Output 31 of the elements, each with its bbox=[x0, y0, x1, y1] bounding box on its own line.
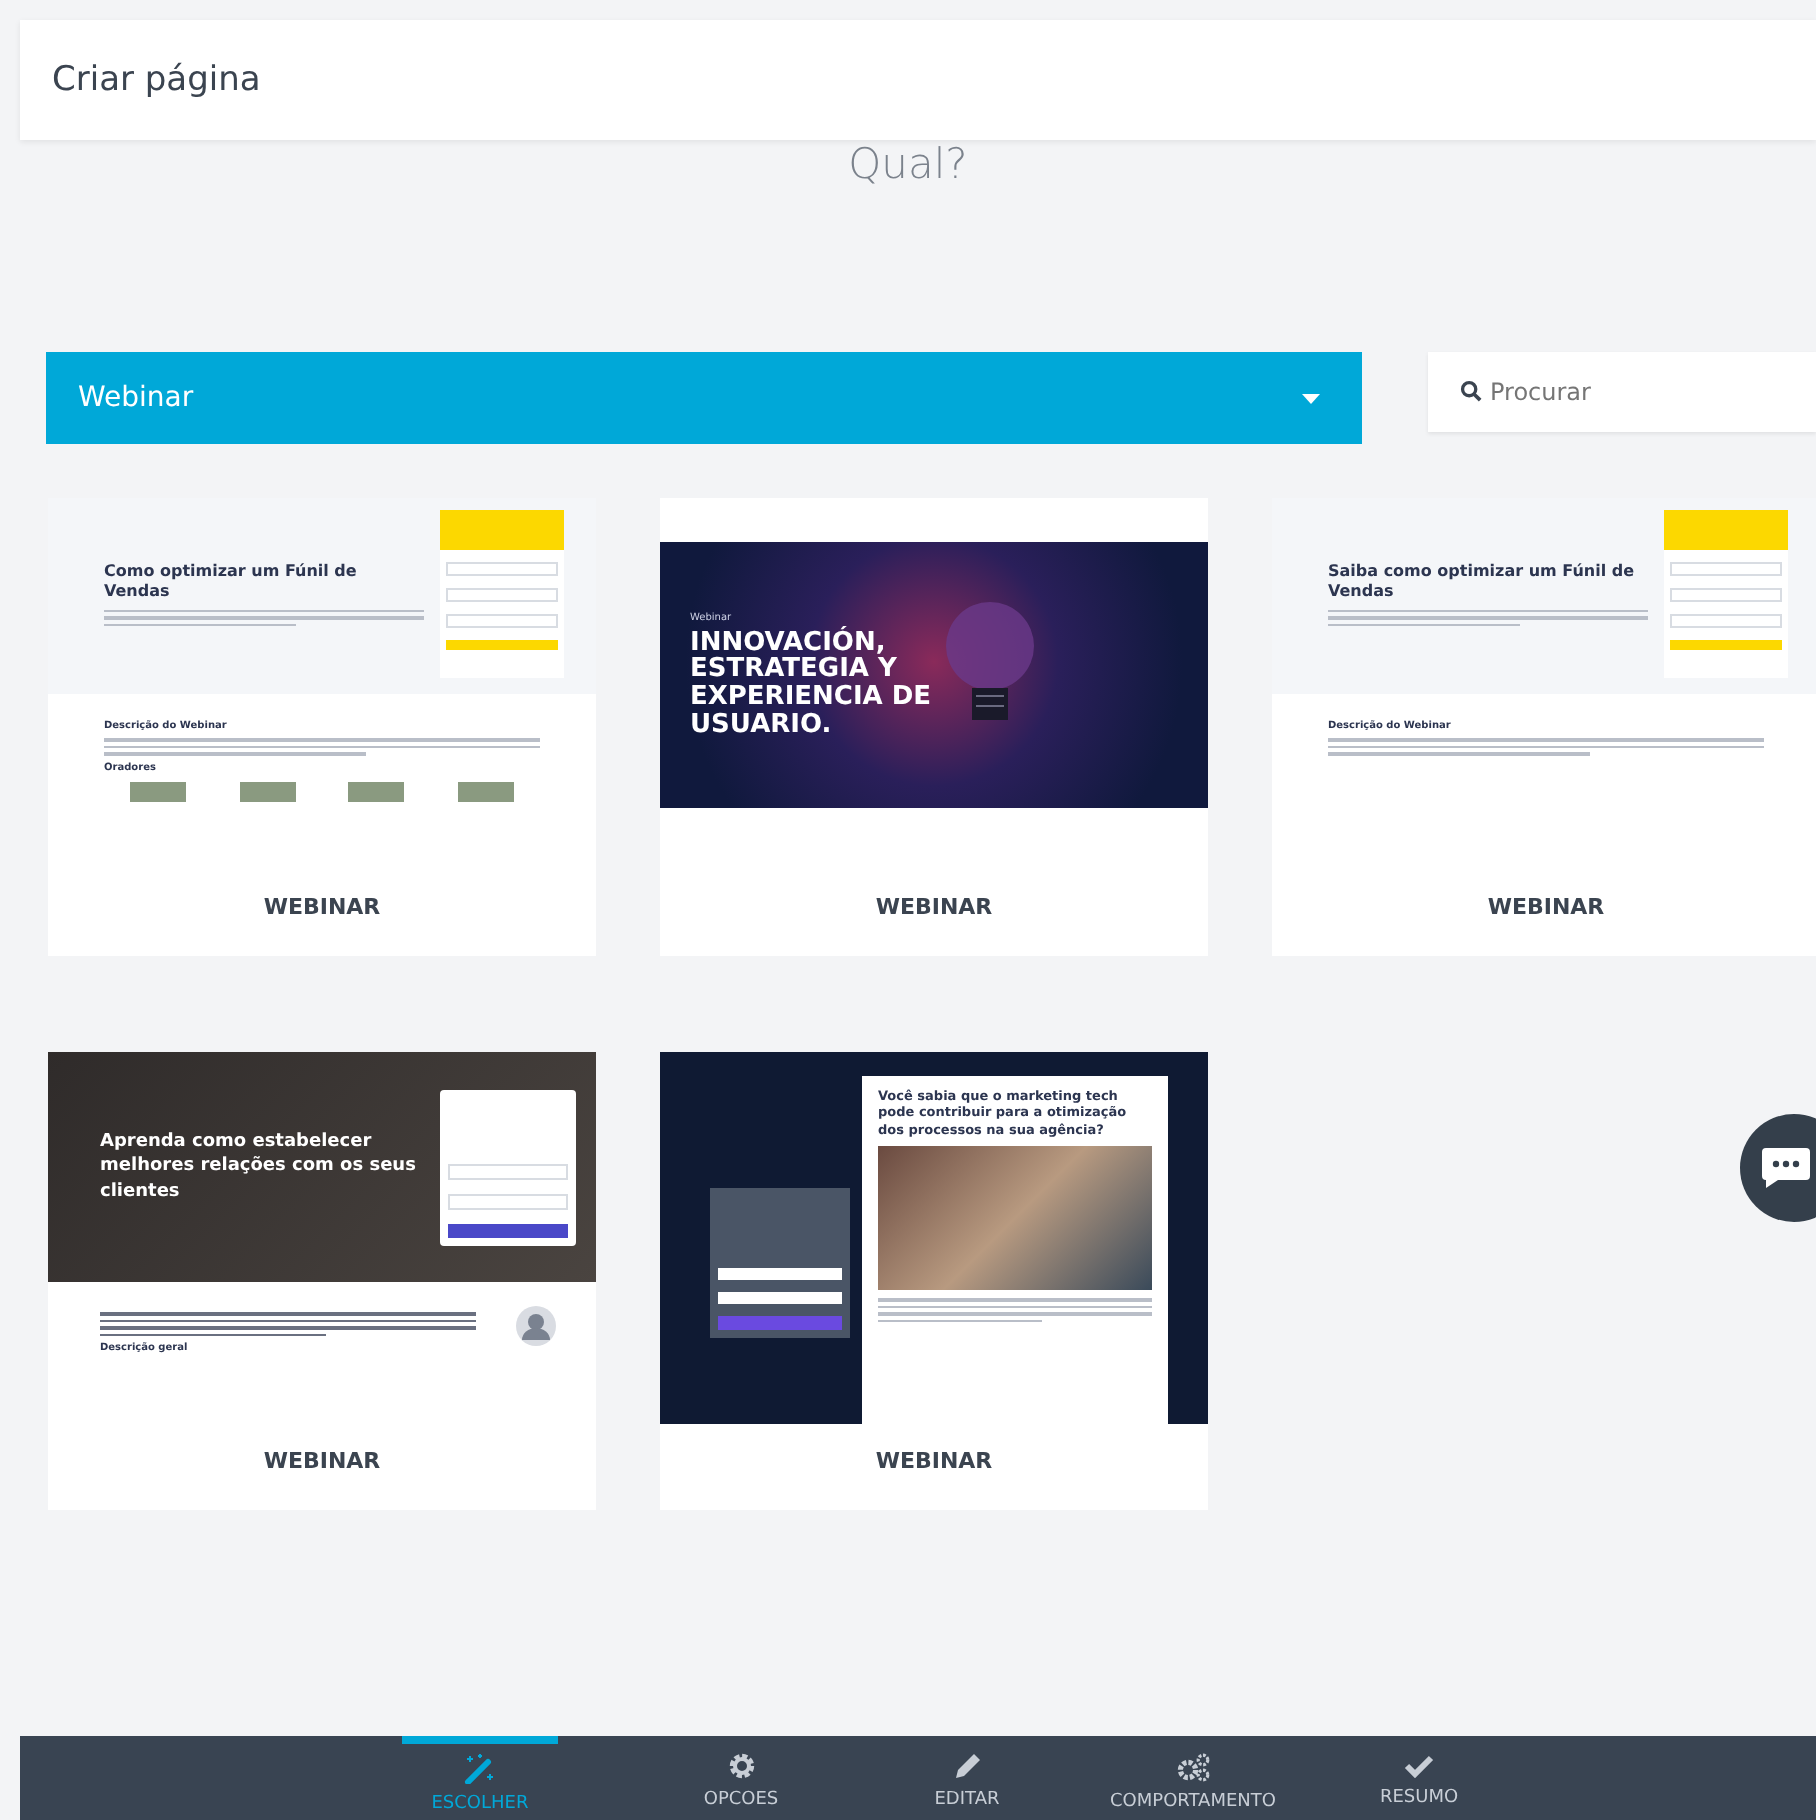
avatar-icon bbox=[516, 1306, 556, 1346]
template-label: WEBINAR bbox=[873, 892, 995, 924]
magic-wand-icon bbox=[462, 1751, 498, 1783]
step-tab[interactable]: RESUMO bbox=[1306, 1736, 1532, 1820]
step-tab[interactable]: COMPORTAMENTO bbox=[1080, 1736, 1306, 1820]
photo-placeholder bbox=[348, 781, 405, 801]
photo-placeholder bbox=[457, 781, 514, 801]
pencil-icon bbox=[953, 1752, 981, 1780]
caret-icon bbox=[1302, 393, 1320, 403]
question-heading: Qual? bbox=[846, 140, 970, 192]
checkmark-icon bbox=[1404, 1754, 1434, 1778]
template-label: WEBINAR bbox=[1485, 892, 1607, 924]
preview-headline: Saiba como optimizar um Fúnil de Vendas bbox=[1328, 562, 1637, 604]
page-title: Criar página bbox=[52, 60, 261, 100]
gears-icon bbox=[1175, 1751, 1211, 1781]
preview-headline: Aprenda como estabelecer melhores relações com os seus clientes bbox=[100, 1129, 418, 1205]
step-tab[interactable]: EDITAR bbox=[854, 1736, 1080, 1820]
settings-icon bbox=[727, 1752, 755, 1780]
preview-headline: Como optimizar um Fúnil de Vendas bbox=[104, 562, 359, 604]
step-tab[interactable]: OPCOES bbox=[628, 1736, 854, 1820]
search-icon bbox=[1460, 380, 1482, 402]
photo-placeholder bbox=[130, 781, 187, 801]
template-label: WEBINAR bbox=[261, 1446, 383, 1478]
search-field[interactable]: Procurar bbox=[1428, 352, 1816, 432]
preview-headline: INNOVACIÓN, ESTRATEGIA Y EXPERIENCIA DE USUARIO. bbox=[690, 629, 934, 739]
chat-button[interactable] bbox=[1740, 1114, 1816, 1222]
step-tab[interactable]: ESCOLHER bbox=[402, 1736, 558, 1820]
photo-placeholder bbox=[239, 781, 296, 801]
template-label: WEBINAR bbox=[261, 892, 383, 924]
template-label: WEBINAR bbox=[873, 1446, 995, 1478]
chat-icon bbox=[1760, 1146, 1812, 1190]
